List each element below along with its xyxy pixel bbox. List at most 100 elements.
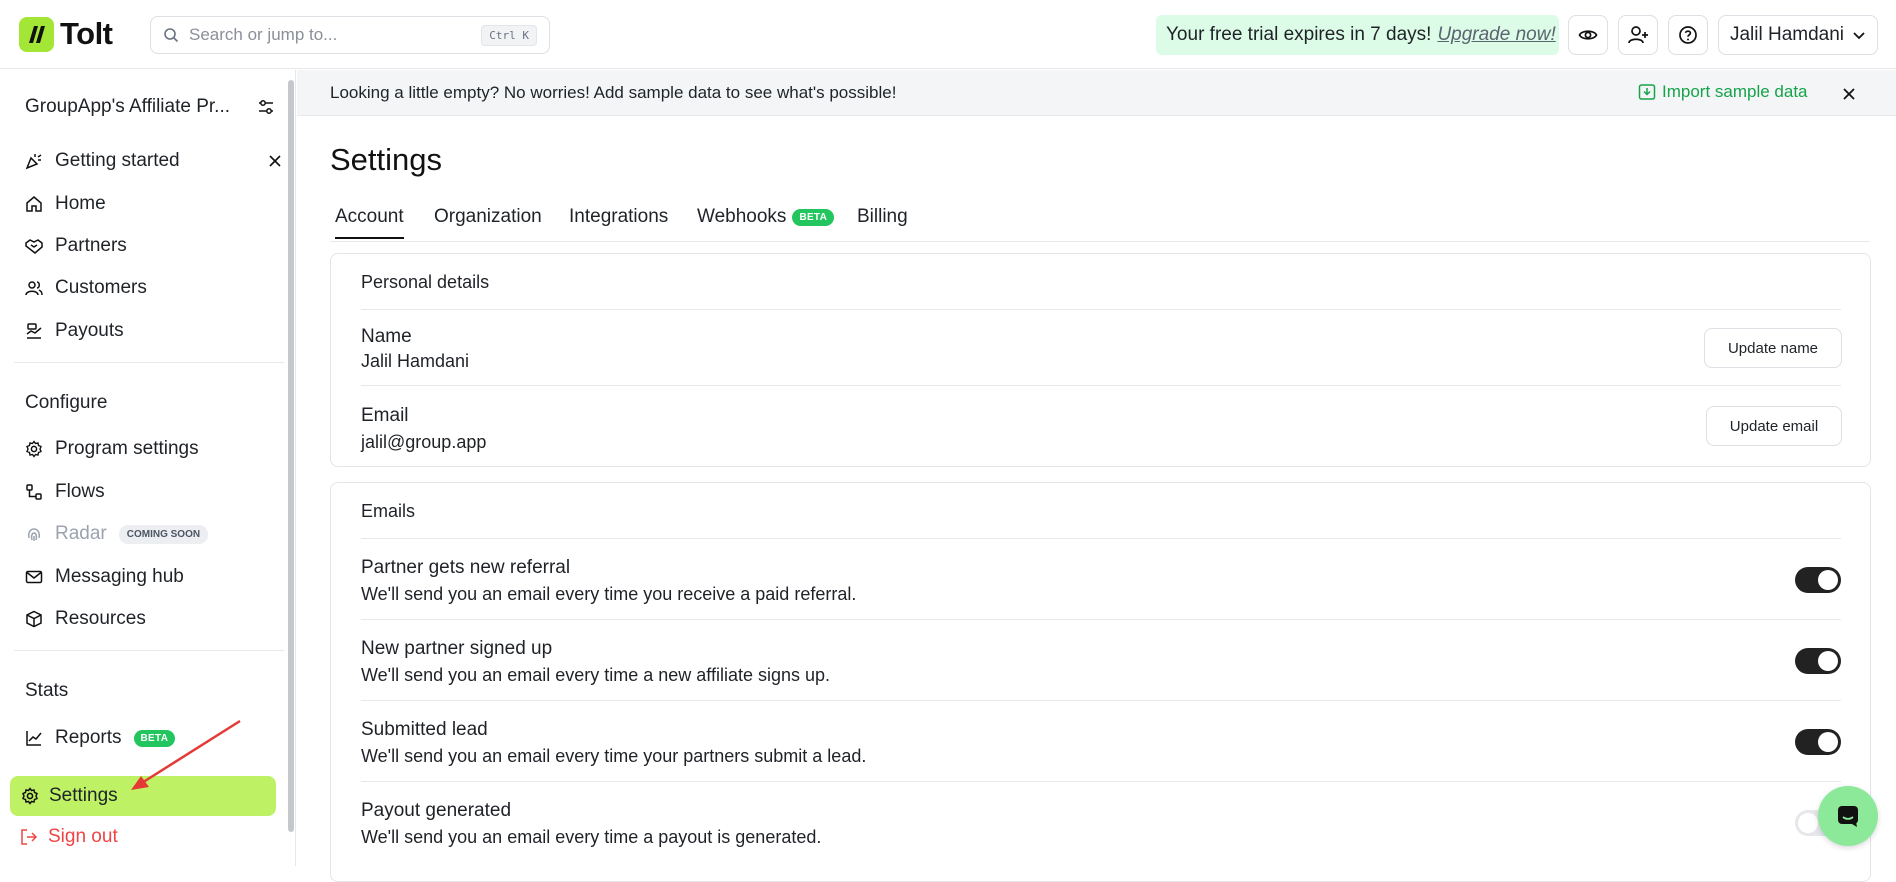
page-title: Settings (330, 142, 443, 177)
toggle-knob (1818, 570, 1838, 590)
search-shortcut: Ctrl K (481, 24, 537, 46)
tab-account[interactable]: Account (335, 206, 404, 239)
row-divider (361, 781, 1841, 782)
email-setting-desc: We'll send you an email every time a new… (361, 665, 831, 685)
users-icon (25, 281, 43, 296)
sidebar-item-label: Partners (55, 235, 127, 256)
sidebar-item-label: Resources (55, 608, 146, 629)
email-setting-title: Submitted lead (361, 719, 488, 740)
payout-icon (26, 323, 42, 339)
gear-icon (26, 440, 42, 458)
tab-webhooks[interactable]: Webhooks BETA (697, 206, 835, 228)
sidebar-divider (14, 650, 284, 651)
import-sample-data-link[interactable]: Import sample data (1638, 82, 1808, 102)
sidebar-item-resources[interactable]: Resources (25, 604, 146, 634)
row-divider (361, 538, 1841, 539)
tab-billing[interactable]: Billing (857, 206, 908, 228)
close-icon[interactable] (268, 154, 282, 168)
help-button[interactable] (1668, 15, 1708, 55)
sidebar-item-customers[interactable]: Customers (25, 273, 147, 303)
toggle-knob (1818, 651, 1838, 671)
chat-icon (1838, 806, 1858, 827)
tab-organization[interactable]: Organization (434, 206, 542, 228)
email-setting-desc: We'll send you an email every time your … (361, 746, 867, 766)
sidebar-item-home[interactable]: Home (25, 189, 106, 219)
toggle-knob (1798, 813, 1818, 833)
help-circle-icon (1679, 26, 1697, 44)
sidebar-item-payouts[interactable]: Payouts (25, 316, 124, 346)
sidebar-item-label: Reports (55, 727, 122, 748)
sidebar-item-messaging-hub[interactable]: Messaging hub (25, 562, 184, 592)
chevron-down-icon (1853, 32, 1865, 40)
sign-out-button[interactable]: Sign out (20, 826, 118, 848)
sidebar-divider (14, 362, 284, 363)
user-name: Jalil Hamdani (1729, 24, 1845, 45)
sidebar-item-radar: Radar COMING SOON (25, 519, 209, 549)
toggle-submitted-lead[interactable] (1795, 729, 1841, 755)
chat-launcher-button[interactable] (1818, 786, 1878, 846)
settings-tabs: Account Organization Integrations Webhoo… (330, 200, 1870, 242)
email-setting-title: Partner gets new referral (361, 557, 571, 578)
fingerprint-icon (28, 528, 40, 541)
eye-icon (1578, 30, 1598, 40)
sliders-icon[interactable] (257, 98, 275, 116)
row-divider (361, 619, 1841, 620)
email-setting-title: New partner signed up (361, 638, 553, 659)
upgrade-link[interactable]: Upgrade now! (1437, 24, 1555, 46)
update-email-button[interactable]: Update email (1706, 406, 1842, 446)
sidebar-item-partners[interactable]: Partners (25, 231, 127, 261)
preview-button[interactable] (1568, 15, 1608, 55)
email-setting-desc: We'll send you an email every time you r… (361, 584, 857, 604)
sidebar-item-label: Getting started (55, 150, 180, 171)
personal-details-card: Personal details Name Jalil Hamdani Upda… (330, 253, 1871, 467)
sidebar-item-label: Radar (55, 523, 107, 544)
party-popper-icon (25, 154, 42, 170)
user-menu-button[interactable]: Jalil Hamdani (1718, 15, 1878, 55)
handshake-icon (25, 239, 43, 254)
logo-text: Tolt (60, 16, 113, 51)
logo-mark-icon (19, 16, 54, 52)
sidebar-item-label: Settings (49, 785, 118, 806)
trial-text: Your free trial expires in 7 days! (1166, 24, 1432, 45)
toggle-knob (1818, 732, 1838, 752)
section-title-stats: Stats (25, 680, 69, 701)
row-divider (361, 385, 1841, 386)
beta-badge: BETA (792, 208, 835, 226)
sidebar-item-flows[interactable]: Flows (25, 477, 105, 507)
toggle-partner-new-referral[interactable] (1795, 567, 1841, 593)
org-switcher[interactable]: GroupApp's Affiliate Pr... (25, 96, 275, 118)
email-setting-title: Payout generated (361, 800, 512, 821)
email-value: jalil@group.app (361, 432, 487, 452)
gear-icon (22, 787, 38, 805)
download-icon (1638, 84, 1656, 100)
logout-icon (21, 829, 38, 845)
invite-user-button[interactable] (1618, 15, 1658, 55)
tab-integrations[interactable]: Integrations (569, 206, 668, 228)
search-icon (164, 28, 179, 43)
sidebar-item-program-settings[interactable]: Program settings (25, 434, 199, 464)
close-icon[interactable] (1838, 83, 1860, 105)
sidebar-item-getting-started[interactable]: Getting started (25, 146, 180, 176)
flow-icon (26, 484, 42, 500)
sidebar-item-label: Payouts (55, 320, 124, 341)
toggle-new-partner-signup[interactable] (1795, 648, 1841, 674)
card-title: Personal details (361, 272, 490, 292)
trial-banner: Your free trial expires in 7 days! Upgra… (1156, 15, 1559, 55)
sign-out-label: Sign out (48, 826, 118, 847)
sidebar-scrollbar[interactable] (287, 72, 295, 842)
mail-icon (25, 570, 43, 584)
sidebar-item-label: Customers (55, 277, 147, 298)
email-setting-desc: We'll send you an email every time a pay… (361, 827, 822, 847)
search-input[interactable]: Search or jump to... Ctrl K (150, 16, 550, 54)
home-icon (26, 196, 42, 212)
card-title: Emails (361, 501, 416, 521)
import-label: Import sample data (1662, 82, 1808, 101)
sidebar-item-label: Messaging hub (55, 566, 184, 587)
name-value: Jalil Hamdani (361, 351, 470, 371)
banner-text: Looking a little empty? No worries! Add … (330, 82, 897, 102)
update-name-button[interactable]: Update name (1704, 328, 1842, 368)
logo[interactable]: Tolt (19, 16, 113, 52)
user-plus-icon (1628, 26, 1648, 44)
sidebar-scrollbar-thumb[interactable] (288, 80, 294, 832)
search-placeholder: Search or jump to... (189, 25, 338, 44)
